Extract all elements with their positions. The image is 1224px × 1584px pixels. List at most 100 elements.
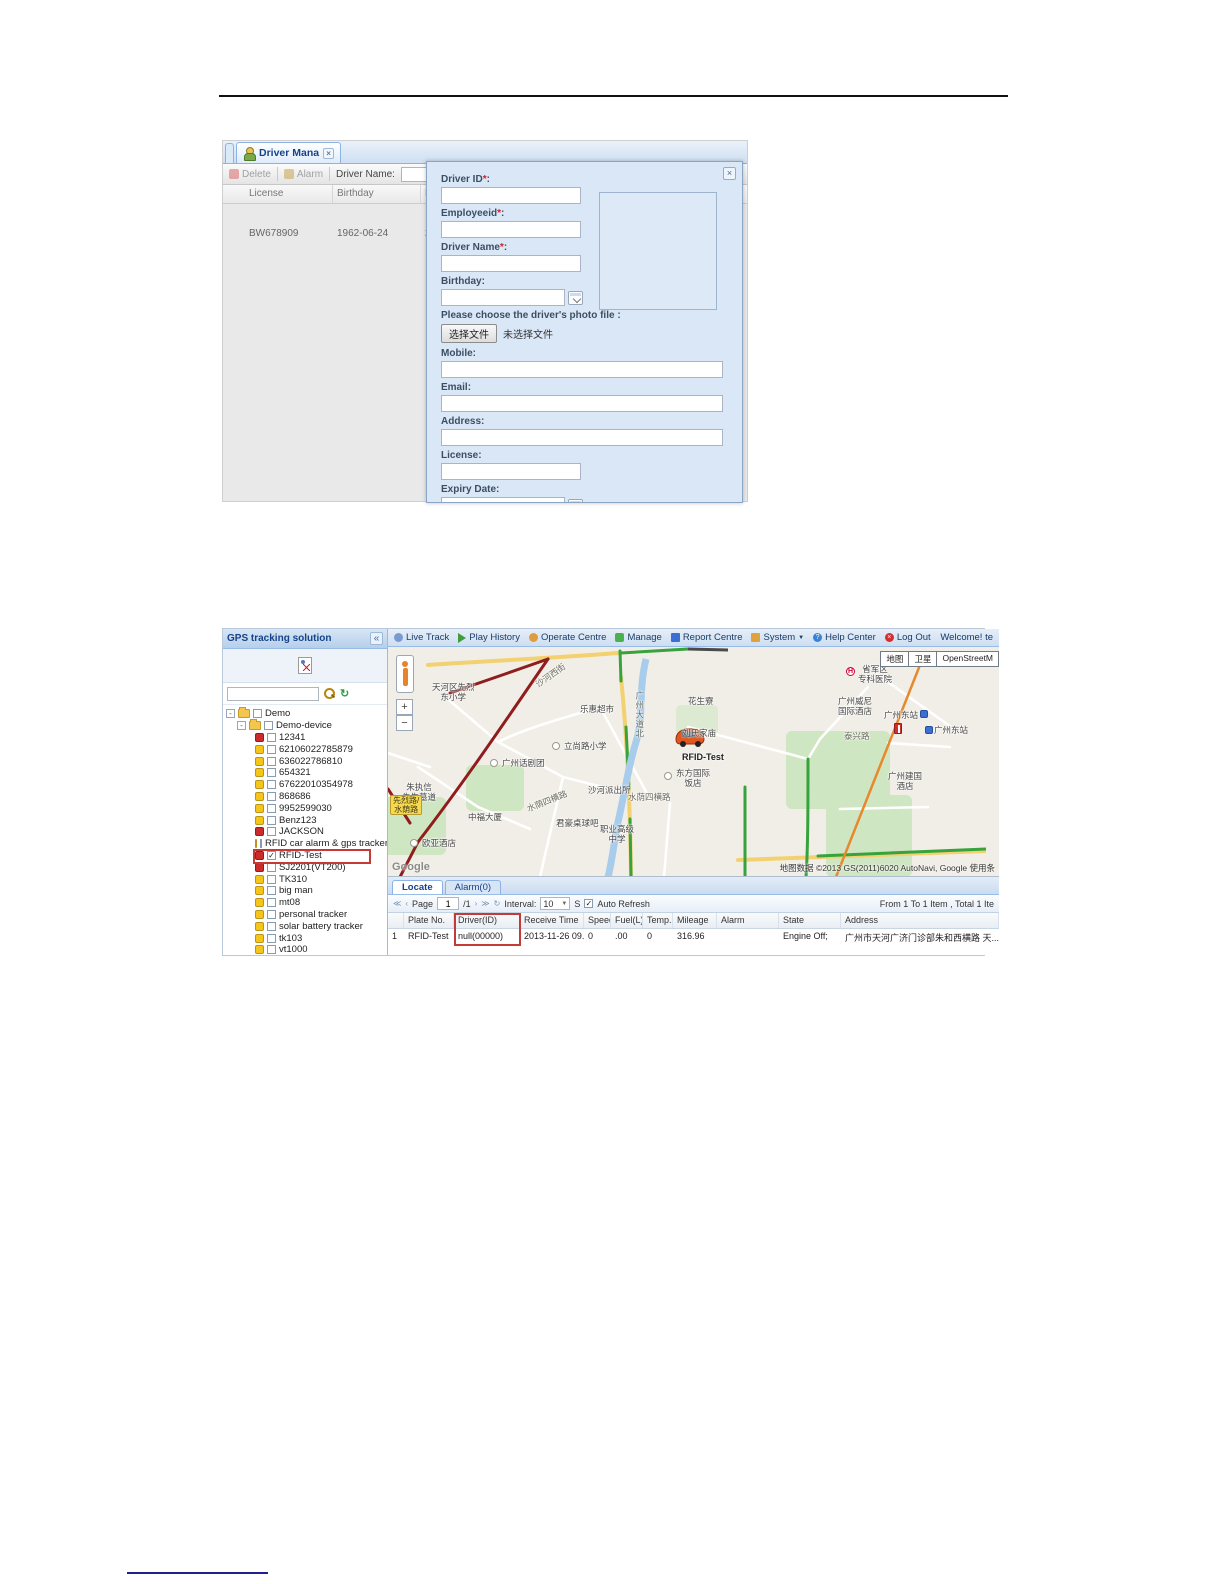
col-temp[interactable]: Temp...	[643, 913, 673, 928]
device-checkbox[interactable]	[267, 815, 276, 825]
refresh-icon[interactable]: ↻	[340, 687, 349, 700]
vehicle-marker-label[interactable]: RFID-Test	[682, 752, 724, 762]
nav-play-history[interactable]: Play History	[458, 632, 520, 643]
page-number-input[interactable]	[437, 897, 460, 910]
tree-device[interactable]: big man	[223, 885, 387, 897]
device-checkbox[interactable]	[267, 732, 276, 742]
search-icon[interactable]	[324, 688, 335, 699]
tree-device[interactable]: vt1000	[223, 944, 387, 955]
tree-device[interactable]: 868686	[223, 791, 387, 803]
tree-device[interactable]: mt08	[223, 897, 387, 909]
zoom-out-button[interactable]: −	[396, 715, 413, 731]
device-checkbox[interactable]	[267, 780, 276, 790]
collapse-node-icon[interactable]: -	[226, 709, 235, 719]
nav-live-track[interactable]: Live Track	[394, 632, 449, 643]
device-checkbox[interactable]	[267, 909, 276, 919]
email-input[interactable]	[441, 395, 723, 412]
nav-log-out[interactable]: × Log Out	[884, 632, 931, 643]
auto-refresh-checkbox[interactable]: ✓	[584, 899, 594, 908]
tree-root-demo[interactable]: - Demo	[223, 707, 387, 720]
driver-id-input[interactable]	[441, 187, 581, 204]
map-type-map[interactable]: 地图	[880, 651, 910, 667]
tree-device[interactable]: personal tracker	[223, 909, 387, 921]
collapse-node-icon[interactable]: -	[237, 721, 246, 731]
device-checkbox[interactable]	[267, 768, 276, 778]
interval-select[interactable]: 10 ▼	[540, 897, 571, 910]
device-checkbox[interactable]	[267, 756, 276, 766]
device-checkbox[interactable]	[267, 744, 276, 754]
device-checkbox[interactable]	[267, 921, 276, 931]
employeeid-input[interactable]	[441, 221, 581, 238]
device-checkbox[interactable]	[267, 827, 276, 837]
calendar-icon[interactable]	[568, 290, 583, 305]
refresh-icon[interactable]: ↻	[494, 899, 501, 908]
tree-device[interactable]: 9952599030	[223, 802, 387, 814]
device-checkbox[interactable]	[267, 803, 276, 813]
col-license[interactable]: License	[245, 185, 333, 203]
device-checkbox[interactable]	[260, 839, 262, 849]
device-checkbox[interactable]	[267, 791, 276, 801]
tab-locate[interactable]: Locate	[392, 880, 443, 894]
col-mileage[interactable]: Mileage	[673, 913, 717, 928]
col-fuel[interactable]: Fuel(L)	[611, 913, 643, 928]
device-checkbox[interactable]	[267, 945, 276, 955]
col-receive-time[interactable]: Receive Time	[520, 913, 584, 928]
nav-manage[interactable]: Manage	[615, 632, 662, 643]
tab-close-icon[interactable]: ×	[323, 147, 335, 159]
tree-device[interactable]: RFID car alarm & gps tracker	[223, 838, 387, 850]
device-checkbox[interactable]	[267, 886, 276, 896]
choose-file-button[interactable]: 选择文件	[441, 324, 497, 343]
group-checkbox[interactable]	[264, 721, 273, 731]
delete-button[interactable]: Delete	[229, 169, 271, 180]
pegman-control[interactable]	[396, 655, 414, 693]
tab-partial[interactable]	[225, 143, 234, 163]
tree-device[interactable]: 654321	[223, 767, 387, 779]
last-page-icon[interactable]: ≫	[481, 899, 489, 908]
col-alarm[interactable]: Alarm	[717, 913, 779, 928]
tree-group-demo-device[interactable]: - Demo-device	[223, 719, 387, 732]
tab-alarm[interactable]: Alarm(0)	[444, 880, 502, 894]
tree-device[interactable]: Benz123	[223, 814, 387, 826]
device-checkbox[interactable]	[267, 898, 276, 908]
mobile-input[interactable]	[441, 361, 723, 378]
locate-table-row[interactable]: 1 RFID-Test null(00000) 2013-11-26 09...…	[388, 929, 999, 945]
map-type-openstreetmap[interactable]: OpenStreetM	[937, 651, 1000, 667]
alarm-button[interactable]: Alarm	[283, 169, 323, 180]
tree-device[interactable]: 62106022785879	[223, 743, 387, 755]
terms-link[interactable]: 使用条	[970, 863, 996, 873]
nav-system[interactable]: System ▼	[751, 632, 804, 643]
col-state[interactable]: State	[779, 913, 841, 928]
nav-report-centre[interactable]: Report Centre	[670, 632, 742, 643]
expiry-date-input[interactable]	[441, 497, 565, 502]
collapse-sidebar-icon[interactable]: «	[370, 632, 383, 645]
address-input[interactable]	[441, 429, 723, 446]
col-birthday[interactable]: Birthday	[333, 185, 421, 203]
tree-device[interactable]: JACKSON	[223, 826, 387, 838]
device-checkbox[interactable]	[267, 933, 276, 943]
prev-page-icon[interactable]: ‹	[405, 899, 408, 908]
tree-device[interactable]: 12341	[223, 732, 387, 744]
tree-device[interactable]: 636022786810	[223, 755, 387, 767]
tab-driver-manager[interactable]: Driver Mana ×	[236, 142, 342, 163]
device-checkbox[interactable]	[267, 862, 276, 872]
tree-device[interactable]: solar battery tracker	[223, 920, 387, 932]
nav-operate-centre[interactable]: Operate Centre	[528, 632, 606, 643]
zoom-in-button[interactable]: +	[396, 699, 413, 715]
col-speed[interactable]: Speed	[584, 913, 611, 928]
first-page-icon[interactable]: ≪	[393, 899, 401, 908]
nav-help-center[interactable]: ? Help Center	[813, 632, 876, 643]
col-driver-id[interactable]: Driver(ID)	[454, 913, 520, 928]
calendar-icon[interactable]	[568, 498, 583, 502]
map-canvas[interactable]: 天河区先烈 东小学 沙河西街 乐惠超市 花生寮 广州大道北 省军区 专科医院 H…	[388, 647, 1000, 877]
driver-name-dialog-input[interactable]	[441, 255, 581, 272]
group-checkbox[interactable]	[253, 709, 262, 719]
map-type-satellite[interactable]: 卫星	[909, 651, 938, 667]
tree-device[interactable]: 67622010354978	[223, 779, 387, 791]
col-address[interactable]: Address	[841, 913, 1000, 928]
next-page-icon[interactable]: ›	[475, 899, 478, 908]
birthday-input[interactable]	[441, 289, 565, 306]
tree-device[interactable]: tk103	[223, 932, 387, 944]
device-checkbox[interactable]	[267, 874, 276, 884]
license-input[interactable]	[441, 463, 581, 480]
col-plate-no[interactable]: Plate No.	[404, 913, 454, 928]
